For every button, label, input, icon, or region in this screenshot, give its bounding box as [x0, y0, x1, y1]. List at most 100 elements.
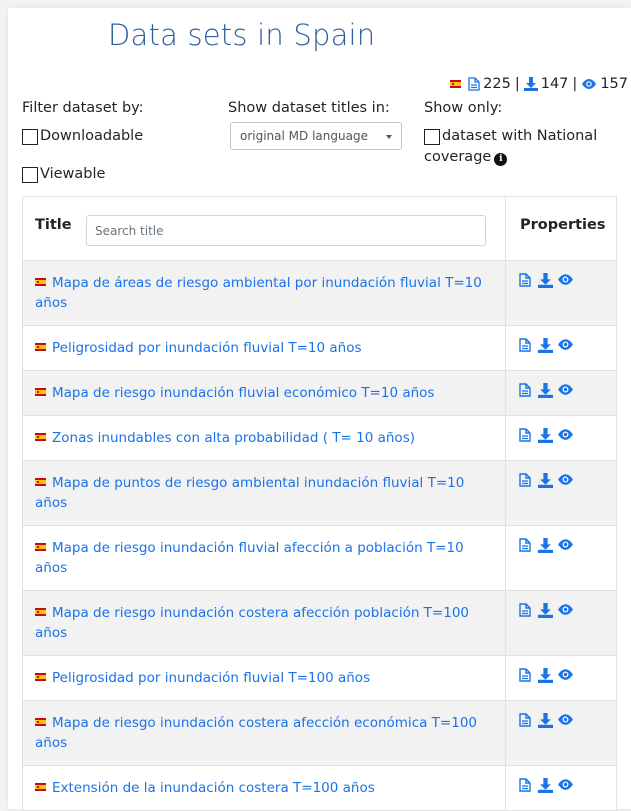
spain-flag-icon	[35, 433, 46, 441]
main-panel: Data sets in Spain 225 | 147 | 157 Filte…	[8, 8, 631, 811]
download-icon[interactable]	[538, 338, 553, 353]
download-icon[interactable]	[538, 383, 553, 398]
eye-icon[interactable]	[557, 603, 573, 618]
show-only-label: Show only:	[424, 100, 503, 116]
download-icon[interactable]	[538, 713, 553, 728]
dataset-title-cell: Mapa de riesgo inundación fluvial afecci…	[22, 525, 506, 591]
dataset-properties-cell	[505, 590, 617, 656]
metadata-file-icon[interactable]	[519, 668, 533, 683]
metadata-file-icon[interactable]	[519, 603, 533, 618]
stats-separator: |	[514, 76, 520, 92]
spain-flag-icon	[35, 343, 46, 351]
language-select[interactable]: original MD language	[230, 122, 402, 150]
dataset-title-cell: Mapa de áreas de riesgo ambiental por in…	[22, 260, 506, 326]
metadata-file-icon[interactable]	[519, 428, 533, 443]
spain-flag-icon	[35, 388, 46, 396]
eye-icon[interactable]	[557, 338, 573, 353]
dataset-title-link[interactable]: Peligrosidad por inundación fluvial T=10…	[52, 340, 362, 356]
download-icon[interactable]	[538, 603, 553, 618]
view-count: 157	[600, 76, 628, 92]
metadata-count: 225	[483, 76, 511, 92]
spain-flag-icon	[35, 608, 46, 616]
dataset-title-cell: Mapa de puntos de riesgo ambiental inund…	[22, 460, 506, 526]
spain-flag-icon	[450, 80, 462, 88]
eye-icon[interactable]	[557, 273, 573, 288]
dataset-title-link[interactable]: Mapa de riesgo inundación costera afecci…	[35, 715, 477, 751]
table-row: Peligrosidad por inundación fluvial T=10…	[22, 325, 617, 371]
dataset-properties-cell	[505, 525, 617, 591]
table-row: Mapa de áreas de riesgo ambiental por in…	[22, 260, 617, 326]
national-coverage-filter[interactable]: dataset with National	[424, 128, 597, 145]
properties-column-label: Properties	[520, 217, 606, 233]
national-coverage-label-line1: dataset with National	[442, 128, 598, 144]
spain-flag-icon	[35, 783, 46, 791]
dataset-properties-cell	[505, 460, 617, 526]
dataset-title-cell: Mapa de riesgo inundación costera afecci…	[22, 700, 506, 766]
dataset-properties-cell	[505, 325, 617, 371]
metadata-file-icon[interactable]	[519, 383, 533, 398]
dataset-properties-cell	[505, 700, 617, 766]
info-icon[interactable]: i	[494, 153, 508, 166]
national-coverage-line2-wrap: coverage i	[424, 149, 508, 166]
table-row: Extensión de la inundación costera T=100…	[22, 765, 617, 811]
spain-flag-icon	[35, 278, 46, 286]
spain-flag-icon	[35, 718, 46, 726]
metadata-file-icon	[468, 77, 480, 91]
viewable-label: Viewable	[40, 166, 106, 182]
metadata-file-icon[interactable]	[519, 338, 533, 353]
dataset-title-cell: Zonas inundables con alta probabilidad (…	[22, 415, 506, 461]
national-coverage-checkbox[interactable]	[424, 129, 440, 145]
eye-icon[interactable]	[557, 778, 573, 793]
dataset-title-cell: Peligrosidad por inundación fluvial T=10…	[22, 655, 506, 701]
table-row: Zonas inundables con alta probabilidad (…	[22, 415, 617, 461]
downloadable-filter[interactable]: Downloadable	[22, 128, 143, 145]
dataset-title-link[interactable]: Mapa de riesgo inundación fluvial económ…	[52, 385, 434, 401]
dataset-stats: 225 | 147 | 157	[450, 76, 628, 92]
eye-icon[interactable]	[557, 713, 573, 728]
download-count: 147	[540, 76, 569, 92]
download-icon[interactable]	[538, 428, 553, 443]
dataset-title-cell: Extensión de la inundación costera T=100…	[22, 765, 506, 811]
download-icon[interactable]	[538, 778, 553, 793]
dataset-title-link[interactable]: Peligrosidad por inundación fluvial T=10…	[52, 670, 370, 686]
dataset-properties-cell	[505, 415, 617, 461]
dataset-title-link[interactable]: Extensión de la inundación costera T=100…	[52, 780, 375, 796]
search-title-input[interactable]	[86, 215, 486, 246]
national-coverage-label-line2: coverage	[424, 149, 492, 165]
eye-icon[interactable]	[557, 538, 573, 553]
download-icon[interactable]	[538, 273, 553, 288]
dataset-title-cell: Mapa de riesgo inundación costera afecci…	[22, 590, 506, 656]
title-column-label: Title	[35, 217, 72, 233]
dataset-title-link[interactable]: Mapa de puntos de riesgo ambiental inund…	[35, 475, 464, 511]
viewable-checkbox[interactable]	[22, 167, 38, 183]
metadata-file-icon[interactable]	[519, 273, 533, 288]
eye-icon	[582, 79, 597, 89]
downloadable-label: Downloadable	[40, 128, 144, 144]
viewable-filter[interactable]: Viewable	[22, 166, 105, 183]
metadata-file-icon[interactable]	[519, 778, 533, 793]
dataset-title-link[interactable]: Mapa de riesgo inundación fluvial afecci…	[35, 540, 464, 576]
table-row: Peligrosidad por inundación fluvial T=10…	[22, 655, 617, 701]
table-row: Mapa de riesgo inundación fluvial económ…	[22, 370, 617, 416]
eye-icon[interactable]	[557, 428, 573, 443]
metadata-file-icon[interactable]	[519, 538, 533, 553]
eye-icon[interactable]	[557, 383, 573, 398]
metadata-file-icon[interactable]	[519, 473, 533, 488]
downloadable-checkbox[interactable]	[22, 129, 38, 145]
download-icon[interactable]	[538, 473, 553, 488]
dataset-title-link[interactable]: Mapa de áreas de riesgo ambiental por in…	[35, 275, 482, 311]
download-icon[interactable]	[538, 668, 553, 683]
properties-header: Properties	[505, 196, 617, 261]
stats-separator: |	[572, 76, 578, 92]
dataset-title-link[interactable]: Mapa de riesgo inundación costera afecci…	[35, 605, 469, 641]
dataset-properties-cell	[505, 655, 617, 701]
dataset-properties-cell	[505, 765, 617, 811]
page-title: Data sets in Spain	[108, 18, 376, 52]
metadata-file-icon[interactable]	[519, 713, 533, 728]
table-row: Mapa de puntos de riesgo ambiental inund…	[22, 460, 617, 526]
eye-icon[interactable]	[557, 473, 573, 488]
dataset-properties-cell	[505, 260, 617, 326]
download-icon[interactable]	[538, 538, 553, 553]
dataset-title-link[interactable]: Zonas inundables con alta probabilidad (…	[52, 430, 415, 446]
eye-icon[interactable]	[557, 668, 573, 683]
